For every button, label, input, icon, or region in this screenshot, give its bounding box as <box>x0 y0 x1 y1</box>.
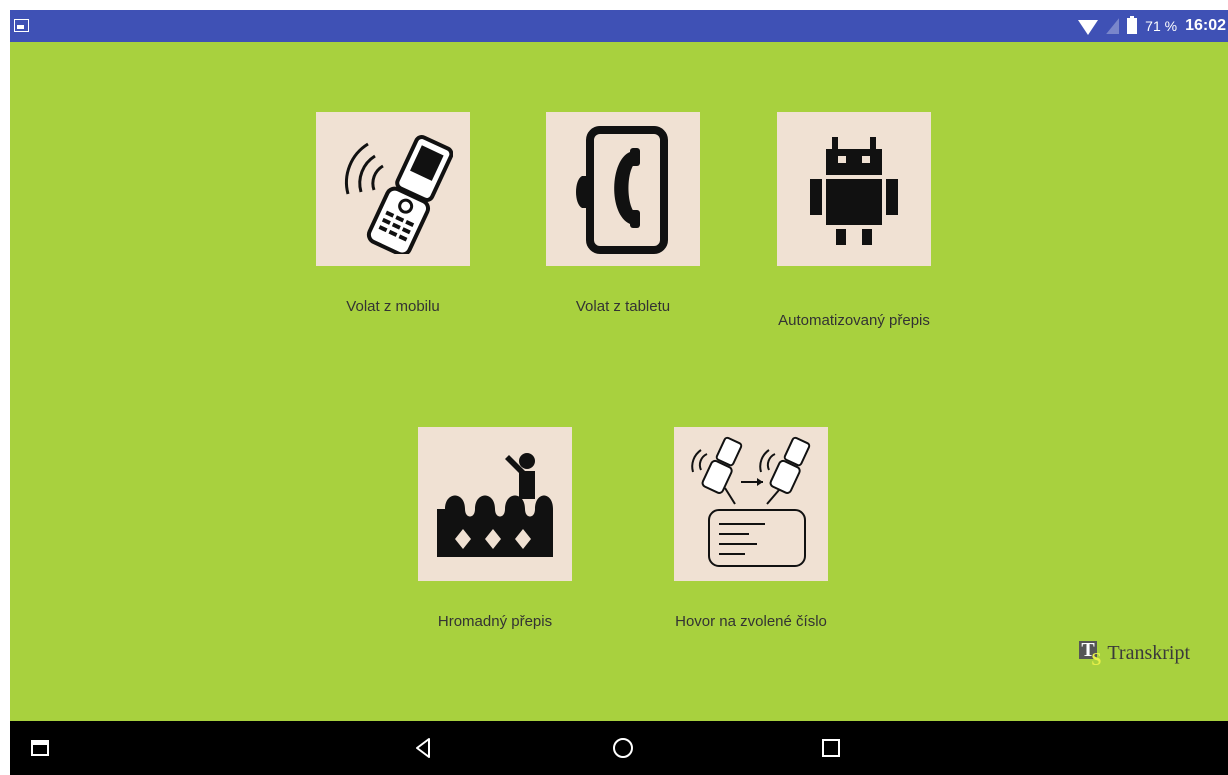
tile-label: Volat z mobilu <box>346 298 440 315</box>
tile-automated-transcript[interactable]: Automatizovaný přepis <box>777 112 931 329</box>
logo-text: Transkript <box>1107 641 1190 664</box>
recents-app-icon[interactable] <box>20 721 60 775</box>
tablet-call-icon <box>576 126 668 254</box>
logo-mark-s: S <box>1091 649 1102 669</box>
tile-call-from-tablet[interactable]: Volat z tabletu <box>546 112 700 315</box>
back-icon[interactable] <box>403 721 443 775</box>
tile-call-selected-number[interactable]: Hovor na zvolené číslo <box>674 427 828 630</box>
android-icon <box>810 137 898 245</box>
phones-transcript-icon <box>691 436 811 567</box>
tile-box <box>546 112 700 266</box>
crowd-speaker-icon <box>437 453 553 557</box>
tile-box <box>674 427 828 581</box>
transkript-logo: T S Transkript <box>1077 640 1190 669</box>
navigation-bar <box>10 721 1228 775</box>
gallery-icon <box>14 19 29 32</box>
tile-label: Volat z tabletu <box>575 298 671 315</box>
status-indicators: 71 % 16:02 <box>1078 10 1228 42</box>
tile-group-transcript[interactable]: Hromadný přepis <box>418 427 572 630</box>
home-icon[interactable] <box>603 721 643 775</box>
tile-box <box>777 112 931 266</box>
phone-ringing-icon <box>344 135 453 254</box>
tile-box <box>316 112 470 266</box>
logo-mark: T S <box>1077 640 1105 669</box>
tile-label: Hromadný přepis <box>437 613 553 630</box>
clock: 16:02 <box>1185 17 1226 34</box>
wifi-icon <box>1078 19 1099 35</box>
no-sim-icon <box>1106 18 1120 34</box>
tile-call-from-mobile[interactable]: Volat z mobilu <box>316 112 470 315</box>
tile-label: Hovor na zvolené číslo <box>675 613 827 630</box>
overview-icon[interactable] <box>811 721 851 775</box>
tile-box <box>418 427 572 581</box>
status-bar: 71 % 16:02 <box>10 10 1228 42</box>
battery-icon <box>1127 16 1138 34</box>
battery-percent: 71 % <box>1145 18 1178 34</box>
main-menu: Volat z mobilu Volat z tabletu Automatiz… <box>10 42 1228 721</box>
tile-label: Automatizovaný přepis <box>778 312 930 329</box>
